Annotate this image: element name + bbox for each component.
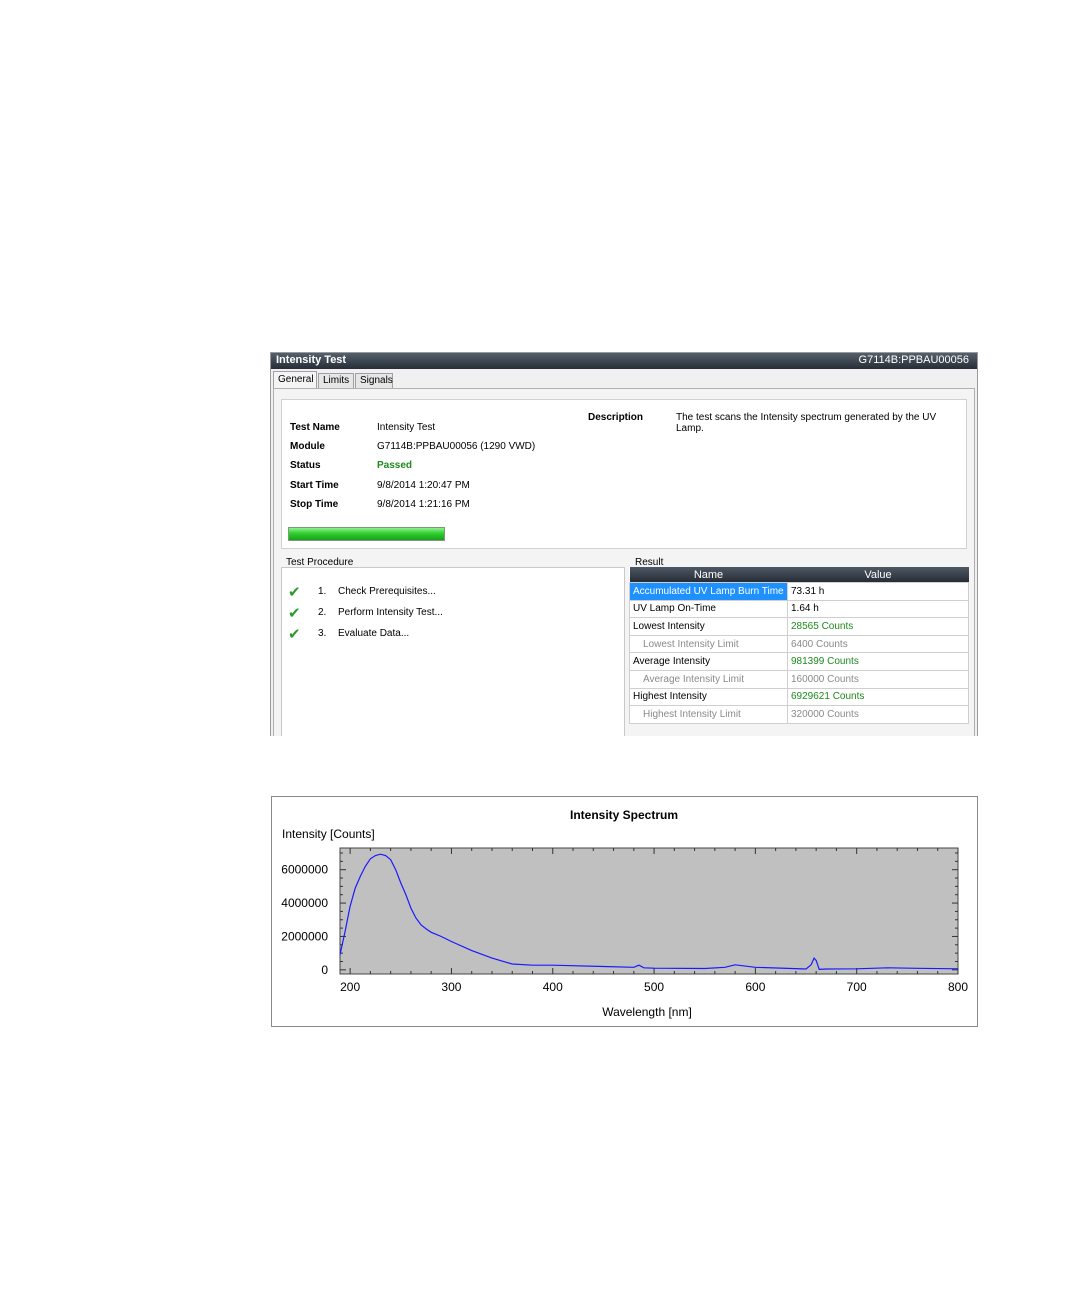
result-value: 160000 Counts	[787, 669, 969, 689]
start-time-value: 9/8/2014 1:20:47 PM	[377, 480, 470, 491]
x-tick-label: 200	[340, 980, 360, 994]
intensity-spectrum-chart: Intensity Spectrum Intensity [Counts] Wa…	[271, 796, 978, 1027]
chart-title: Intensity Spectrum	[570, 808, 678, 822]
checkmark-icon: ✔	[288, 626, 301, 643]
result-value: 6929621 Counts	[787, 687, 969, 707]
result-value: 1.64 h	[787, 599, 969, 619]
table-row[interactable]: Lowest Intensity 28565 Counts	[629, 617, 969, 636]
result-name: Accumulated UV Lamp Burn Time	[629, 582, 788, 601]
module-label: Module	[290, 441, 325, 452]
result-value: 320000 Counts	[787, 705, 969, 724]
intensity-test-window: Intensity Test G7114B:PPBAU00056 General…	[270, 352, 978, 736]
result-table: Name Value Accumulated UV Lamp Burn Time…	[629, 567, 969, 724]
stop-time-label: Stop Time	[290, 499, 339, 510]
result-name: Highest Intensity	[629, 687, 788, 707]
table-row[interactable]: Accumulated UV Lamp Burn Time 73.31 h	[629, 582, 969, 601]
x-tick-label: 300	[441, 980, 461, 994]
start-time-label: Start Time	[290, 480, 339, 491]
result-value: 6400 Counts	[787, 634, 969, 654]
test-progress-bar	[288, 527, 445, 541]
result-name: Average Intensity	[629, 652, 788, 671]
result-name: Lowest Intensity	[629, 617, 788, 636]
chart-svg: Intensity Spectrum Intensity [Counts] Wa…	[281, 808, 968, 1019]
tab-signals[interactable]: Signals	[355, 373, 393, 388]
step-number: 1.	[318, 586, 327, 597]
result-value: 28565 Counts	[787, 617, 969, 636]
step-label: Check Prerequisites...	[338, 586, 436, 597]
y-tick-label: 6000000	[281, 863, 328, 877]
step-label: Perform Intensity Test...	[338, 607, 443, 618]
y-axis-label: Intensity [Counts]	[282, 827, 375, 841]
column-header-value[interactable]: Value	[787, 567, 969, 583]
tab-limits[interactable]: Limits	[318, 373, 354, 388]
general-tab-panel: Test Name Intensity Test Module G7114B:P…	[273, 388, 975, 736]
table-row[interactable]: Average Intensity 981399 Counts	[629, 652, 969, 671]
x-axis-label: Wavelength [nm]	[602, 1005, 692, 1019]
table-row[interactable]: UV Lamp On-Time 1.64 h	[629, 599, 969, 619]
step-label: Evaluate Data...	[338, 628, 410, 639]
result-name: Highest Intensity Limit	[629, 705, 788, 724]
status-label: Status	[290, 460, 321, 471]
x-tick-label: 600	[745, 980, 765, 994]
x-tick-label: 800	[948, 980, 968, 994]
result-name: UV Lamp On-Time	[629, 599, 788, 619]
stop-time-value: 9/8/2014 1:21:16 PM	[377, 499, 470, 510]
x-tick-label: 500	[644, 980, 664, 994]
y-tick-label: 4000000	[281, 896, 328, 910]
y-tick-label: 0	[321, 963, 328, 977]
result-value: 73.31 h	[787, 582, 969, 601]
test-procedure-list: ✔ 1. Check Prerequisites... ✔ 2. Perform…	[281, 567, 625, 736]
module-value: G7114B:PPBAU00056 (1290 VWD)	[377, 441, 536, 452]
x-tick-label: 400	[543, 980, 563, 994]
checkmark-icon: ✔	[288, 584, 301, 601]
result-name: Average Intensity Limit	[629, 669, 788, 689]
status-value: Passed	[377, 460, 413, 471]
x-tick-label: 700	[847, 980, 867, 994]
plot-area	[339, 847, 959, 975]
table-row[interactable]: Lowest Intensity Limit 6400 Counts	[629, 634, 969, 654]
module-id: G7114B:PPBAU00056	[858, 354, 969, 366]
test-info-box: Test Name Intensity Test Module G7114B:P…	[281, 399, 967, 549]
checkmark-icon: ✔	[288, 605, 301, 622]
column-header-name[interactable]: Name	[629, 567, 788, 583]
table-row[interactable]: Highest Intensity 6929621 Counts	[629, 687, 969, 707]
test-name-label: Test Name	[290, 422, 340, 433]
test-name-value: Intensity Test	[377, 422, 436, 433]
tab-general[interactable]: General	[273, 371, 317, 389]
progress-fill	[289, 528, 444, 540]
step-number: 3.	[318, 628, 327, 639]
step-number: 2.	[318, 607, 327, 618]
window-titlebar: Intensity Test G7114B:PPBAU00056	[271, 353, 977, 369]
description-value: The test scans the Intensity spectrum ge…	[676, 412, 937, 434]
result-name: Lowest Intensity Limit	[629, 634, 788, 654]
y-tick-label: 2000000	[281, 929, 328, 943]
description-label: Description	[588, 412, 644, 423]
window-title: Intensity Test	[276, 354, 347, 366]
table-row[interactable]: Highest Intensity Limit 320000 Counts	[629, 705, 969, 724]
table-row[interactable]: Average Intensity Limit 160000 Counts	[629, 669, 969, 689]
result-header-row: Name Value	[629, 567, 969, 583]
result-value: 981399 Counts	[787, 652, 969, 671]
